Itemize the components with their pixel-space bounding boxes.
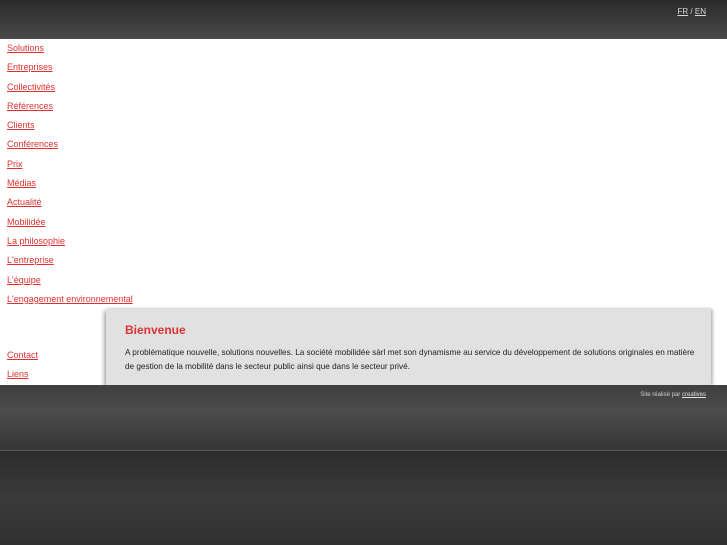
nav-item-collectivites: Collectivités bbox=[7, 78, 133, 97]
nav-link-prix[interactable]: Prix bbox=[7, 159, 23, 169]
nav-link-mobilidee[interactable]: Mobilidée bbox=[7, 217, 46, 227]
nav-link-contact[interactable]: Contact bbox=[7, 350, 38, 360]
nav-item-contact: Contact bbox=[7, 346, 38, 365]
nav-item-equipe: L'équipe bbox=[7, 271, 133, 290]
nav-link-entreprise[interactable]: L'entreprise bbox=[7, 255, 54, 265]
language-switcher: FR / EN bbox=[678, 7, 707, 16]
nav-link-actualite[interactable]: Actualité bbox=[7, 197, 42, 207]
nav-item-entreprises: Entreprises bbox=[7, 58, 133, 77]
footer-bar: Site réalisé par creatives bbox=[0, 385, 727, 451]
nav-item-clients: Clients bbox=[7, 116, 133, 135]
nav-link-philosophie[interactable]: La philosophie bbox=[7, 236, 65, 246]
nav-link-references[interactable]: Références bbox=[7, 101, 53, 111]
main-nav: Solutions Entreprises Collectivités Réfé… bbox=[7, 39, 133, 309]
nav-item-prix: Prix bbox=[7, 155, 133, 174]
welcome-text: A problématique nouvelle, solutions nouv… bbox=[125, 348, 695, 371]
nav-link-engagement[interactable]: L'engagement environnemental bbox=[7, 294, 133, 304]
welcome-title: Bienvenue bbox=[125, 323, 186, 337]
page-bottom-background bbox=[0, 451, 727, 545]
secondary-nav: Contact Liens bbox=[7, 346, 38, 385]
nav-link-liens[interactable]: Liens bbox=[7, 369, 29, 379]
nav-link-medias[interactable]: Médias bbox=[7, 178, 36, 188]
nav-item-conferences: Conférences bbox=[7, 135, 133, 154]
nav-item-references: Références bbox=[7, 97, 133, 116]
site-credit: Site réalisé par creatives bbox=[640, 392, 706, 398]
nav-link-solutions[interactable]: Solutions bbox=[7, 43, 44, 53]
nav-item-mobilidee: Mobilidée bbox=[7, 213, 133, 232]
top-bar: FR / EN bbox=[0, 0, 727, 39]
nav-link-collectivites[interactable]: Collectivités bbox=[7, 82, 55, 92]
nav-item-medias: Médias bbox=[7, 174, 133, 193]
nav-link-conferences[interactable]: Conférences bbox=[7, 139, 58, 149]
lang-separator: / bbox=[690, 7, 693, 16]
nav-link-clients[interactable]: Clients bbox=[7, 120, 35, 130]
nav-link-equipe[interactable]: L'équipe bbox=[7, 275, 41, 285]
nav-item-engagement: L'engagement environnemental bbox=[7, 290, 133, 309]
welcome-panel: Bienvenue A problématique nouvelle, solu… bbox=[106, 309, 711, 385]
nav-item-philosophie: La philosophie bbox=[7, 232, 133, 251]
nav-link-entreprises[interactable]: Entreprises bbox=[7, 62, 53, 72]
lang-en-link[interactable]: EN bbox=[695, 7, 706, 16]
credit-link[interactable]: creatives bbox=[682, 392, 706, 398]
credit-prefix: Site réalisé par bbox=[640, 392, 681, 398]
nav-item-solutions: Solutions bbox=[7, 39, 133, 58]
nav-item-actualite: Actualité bbox=[7, 193, 133, 212]
nav-item-liens: Liens bbox=[7, 365, 38, 384]
nav-item-entreprise: L'entreprise bbox=[7, 251, 133, 270]
lang-fr-link[interactable]: FR bbox=[678, 7, 689, 16]
